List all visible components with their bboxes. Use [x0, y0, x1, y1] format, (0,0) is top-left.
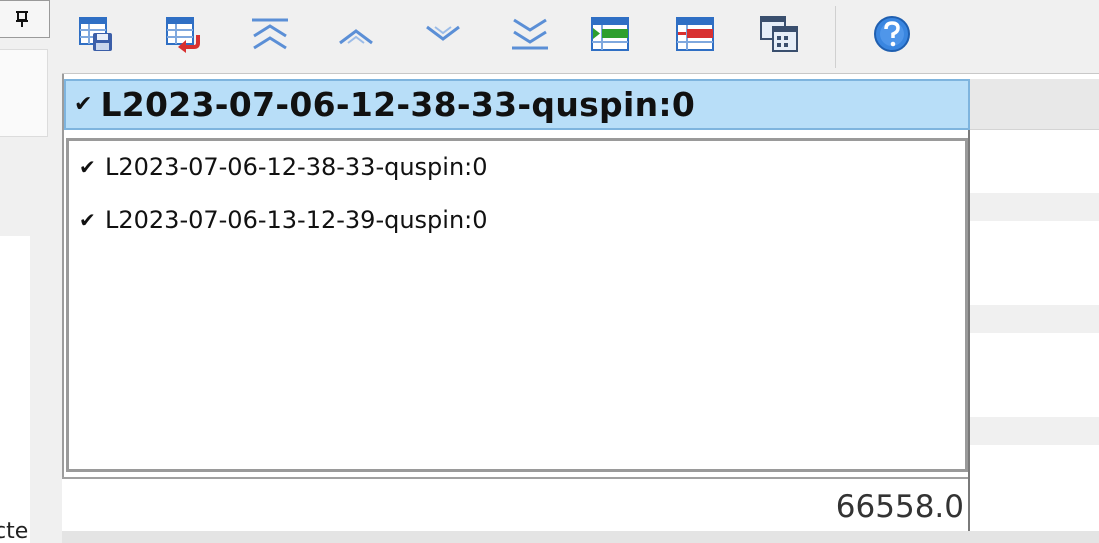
- pin-button[interactable]: [0, 0, 50, 38]
- check-icon: ✔: [79, 155, 96, 179]
- double-chevron-up-icon: [252, 18, 288, 50]
- double-chevron-down-icon: [512, 18, 548, 50]
- table-remove-icon: [676, 17, 714, 51]
- table-row-stripe: [970, 193, 1099, 221]
- left-panel-box: [0, 49, 48, 137]
- run-dropdown-list: ✔ L2023-07-06-12-38-33-quspin:0 ✔ L2023-…: [66, 138, 968, 472]
- table-save-icon: [79, 17, 112, 51]
- table-add-icon: [591, 17, 629, 51]
- value-cell: 66558.0: [835, 489, 964, 525]
- move-up-button[interactable]: [332, 10, 380, 58]
- save-table-button[interactable]: [72, 10, 120, 58]
- table-load-icon: [166, 17, 200, 53]
- bottom-strip: [62, 531, 1099, 543]
- grid-view-button[interactable]: [755, 10, 803, 58]
- help-button[interactable]: [868, 10, 916, 58]
- table-row-stripe: [970, 305, 1099, 333]
- left-truncated-text: cte: [0, 519, 29, 543]
- combo-selected-value: L2023-07-06-12-38-33-quspin:0: [100, 85, 696, 124]
- pin-icon: [16, 11, 28, 27]
- check-icon: ✔: [79, 208, 96, 232]
- list-item-label: L2023-07-06-13-12-39-quspin:0: [105, 206, 488, 234]
- remove-row-button[interactable]: [671, 10, 719, 58]
- chevron-up-icon: [339, 29, 373, 45]
- left-panel: cte: [0, 0, 62, 543]
- combo-check-icon: ✔: [74, 92, 93, 117]
- move-bottom-button[interactable]: [506, 10, 554, 58]
- run-selector-combo[interactable]: ✔ L2023-07-06-12-38-33-quspin:0: [64, 79, 970, 130]
- load-table-button[interactable]: [159, 10, 207, 58]
- list-item-label: L2023-07-06-12-38-33-quspin:0: [105, 153, 488, 181]
- toolbar-separator: [835, 6, 836, 68]
- toolbar: [62, 0, 1099, 74]
- list-item[interactable]: ✔ L2023-07-06-13-12-39-quspin:0: [79, 203, 488, 237]
- frame-left-border: [62, 74, 64, 543]
- add-row-button[interactable]: [586, 10, 634, 58]
- value-row: 66558.0: [62, 477, 970, 531]
- chevron-down-icon: [426, 25, 460, 41]
- column-header: [970, 79, 1099, 130]
- column-divider: [968, 130, 970, 531]
- help-icon: [874, 16, 910, 52]
- list-item[interactable]: ✔ L2023-07-06-12-38-33-quspin:0: [79, 150, 488, 184]
- left-panel-content: [0, 236, 30, 543]
- move-down-button[interactable]: [419, 10, 467, 58]
- move-top-button[interactable]: [246, 10, 294, 58]
- table-row-stripe: [970, 417, 1099, 445]
- main-area: ✔ L2023-07-06-12-38-33-quspin:0 ✔ L2023-…: [62, 74, 1099, 543]
- grid-window-icon: [760, 16, 798, 52]
